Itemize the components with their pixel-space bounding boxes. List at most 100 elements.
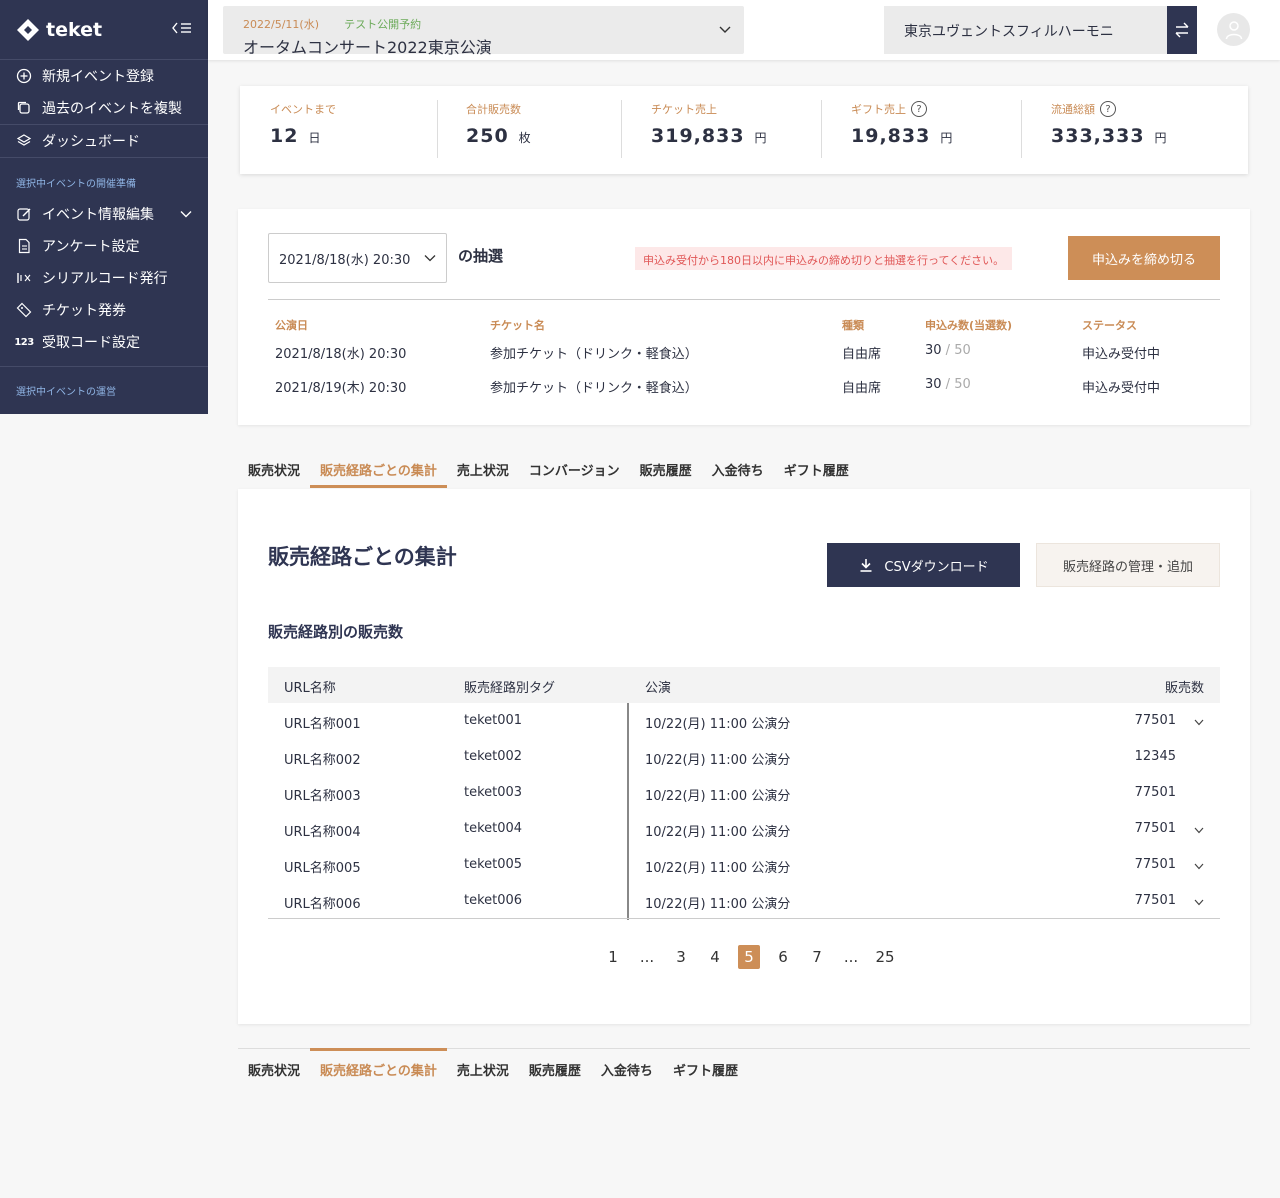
tab-revenue[interactable]: 売上状況 xyxy=(447,1048,519,1088)
table-row[interactable]: URL名称004 teket004 10/22(月) 11:00 公演分 775… xyxy=(268,811,1220,847)
chevron-down-icon[interactable] xyxy=(1194,859,1204,874)
page-link[interactable]: 7 xyxy=(800,945,834,969)
stat-label: チケット売上 xyxy=(651,103,717,116)
column-header-count: 販売数 xyxy=(1164,681,1204,696)
stat-label: 流通総額 xyxy=(1051,103,1095,116)
lottery-row-date: 2021/8/19(木) 20:30 xyxy=(275,381,407,396)
event-selector[interactable]: 2022/5/11(水) テスト公開予約 オータムコンサート2022東京公演 xyxy=(223,6,744,57)
section-title: 販売経路別の販売数 xyxy=(268,623,404,641)
stat-ticket-sales: チケット売上 319,833 円 xyxy=(651,101,768,159)
table-row[interactable]: URL名称001 teket001 10/22(月) 11:00 公演分 775… xyxy=(268,703,1220,739)
pagination: 1 ... 3 4 5 6 7 ... 25 xyxy=(596,945,902,969)
page-link[interactable]: 4 xyxy=(698,945,732,969)
stat-gift-sales: ギフト売上? 19,833 円 xyxy=(851,101,953,159)
lottery-header-ticket: チケット名 xyxy=(490,319,545,332)
tab-sales-history[interactable]: 販売履歴 xyxy=(630,448,702,488)
logo-row: teket xyxy=(0,0,208,60)
stat-value: 333,333 xyxy=(1051,125,1145,147)
chevron-down-icon[interactable] xyxy=(1194,823,1204,838)
sidebar-item-label: イベント情報編集 xyxy=(42,207,154,223)
table-row[interactable]: URL名称002 teket002 10/22(月) 11:00 公演分 123… xyxy=(268,739,1220,775)
page-link-current[interactable]: 5 xyxy=(732,945,766,969)
event-name: オータムコンサート2022東京公演 xyxy=(243,38,492,57)
sidebar-item-label: 新規イベント登録 xyxy=(42,69,154,85)
stat-value: 250 xyxy=(466,125,509,147)
stat-total-sold: 合計販売数 250 枚 xyxy=(466,101,532,159)
page-link[interactable]: 25 xyxy=(868,945,902,969)
download-icon xyxy=(860,559,872,572)
stat-unit: 円 xyxy=(940,131,954,145)
sidebar-item-new-event[interactable]: 新規イベント登録 xyxy=(0,60,208,92)
summary-stats: イベントまで 12 日 合計販売数 250 枚 チケット売上 319,833 円 ギフ… xyxy=(240,86,1248,174)
column-header-tag: 販売経路別タグ xyxy=(464,681,556,696)
csv-download-button[interactable]: CSVダウンロード xyxy=(827,543,1020,587)
ticket-icon xyxy=(16,302,32,318)
lottery-row-count: 30 / 50 xyxy=(925,377,971,392)
teket-logo-icon xyxy=(17,18,39,41)
sidebar-item-duplicate-event[interactable]: 過去のイベントを複製 xyxy=(0,92,208,124)
lottery-row-type: 自由席 xyxy=(842,381,882,396)
help-icon[interactable]: ? xyxy=(911,101,927,117)
stat-unit: 円 xyxy=(1154,131,1168,145)
chevron-down-icon[interactable] xyxy=(180,206,192,222)
sidebar-item-survey[interactable]: アンケート設定 xyxy=(0,230,208,262)
page-link[interactable]: 3 xyxy=(664,945,698,969)
swap-icon xyxy=(1175,22,1189,38)
user-avatar[interactable] xyxy=(1217,13,1250,46)
tab-gift-history[interactable]: ギフト履歴 xyxy=(663,1048,748,1088)
tab-revenue[interactable]: 売上状況 xyxy=(447,448,519,488)
sidebar-item-edit-event[interactable]: イベント情報編集 xyxy=(0,198,208,230)
lottery-title: の抽選 xyxy=(458,247,504,265)
stat-label: ギフト売上 xyxy=(851,103,906,116)
sidebar-item-dashboard[interactable]: ダッシュボード xyxy=(0,124,208,156)
sidebar-item-label: 過去のイベントを複製 xyxy=(42,101,182,117)
chevron-down-icon xyxy=(718,21,732,40)
help-icon[interactable]: ? xyxy=(1100,101,1116,117)
tab-sales-by-route[interactable]: 販売経路ごとの集計 xyxy=(310,448,447,488)
document-icon xyxy=(16,238,32,254)
lottery-header-count: 申込み数(当選数) xyxy=(925,319,1013,332)
stat-value: 319,833 xyxy=(651,125,745,147)
page-link[interactable]: 1 xyxy=(596,945,630,969)
lottery-panel: 2021/8/18(水) 20:30 の抽選 申込み受付から180日以内に申込み… xyxy=(238,209,1250,425)
tab-sales-status[interactable]: 販売状況 xyxy=(238,448,310,488)
close-applications-button[interactable]: 申込みを締め切る xyxy=(1068,236,1220,280)
report-tabs-bottom: 販売状況 販売経路ごとの集計 売上状況 販売履歴 入金待ち ギフト履歴 xyxy=(238,1048,748,1088)
lottery-header-type: 種類 xyxy=(842,319,864,332)
edit-icon xyxy=(16,206,32,222)
sidebar-item-label: ダッシュボード xyxy=(42,133,140,150)
stat-unit: 円 xyxy=(754,131,768,145)
tab-awaiting-payment[interactable]: 入金待ち xyxy=(591,1048,663,1088)
collapse-menu-icon[interactable] xyxy=(172,21,192,39)
stat-unit: 日 xyxy=(308,131,322,145)
sidebar-item-ticket-issue[interactable]: チケット発券 xyxy=(0,294,208,326)
sidebar-item-receipt-code[interactable]: 123 受取コード設定 xyxy=(0,326,208,358)
tab-gift-history[interactable]: ギフト履歴 xyxy=(774,448,859,488)
lottery-date-select[interactable]: 2021/8/18(水) 20:30 xyxy=(268,233,447,283)
table-header: URL名称 販売経路別タグ 公演 販売数 xyxy=(268,667,1220,703)
chevron-down-icon[interactable] xyxy=(1194,715,1204,730)
layers-icon xyxy=(16,133,32,149)
tab-sales-history[interactable]: 販売履歴 xyxy=(519,1048,591,1088)
table-row[interactable]: URL名称006 teket006 10/22(月) 11:00 公演分 775… xyxy=(268,883,1220,919)
organization-selector[interactable]: 東京ユヴェントスフィルハーモニ xyxy=(884,6,1167,54)
serial-icon xyxy=(16,270,32,286)
sidebar-item-serial-code[interactable]: シリアルコード発行 xyxy=(0,262,208,294)
tab-sales-by-route[interactable]: 販売経路ごとの集計 xyxy=(310,1048,447,1088)
lottery-row-ticket: 参加チケット（ドリンク・軽食込） xyxy=(490,347,698,362)
tab-conversion[interactable]: コンバージョン xyxy=(519,448,630,488)
lottery-warning: 申込み受付から180日以内に申込みの締め切りと抽選を行ってください。 xyxy=(635,247,1013,270)
tab-sales-status[interactable]: 販売状況 xyxy=(238,1048,310,1088)
manage-routes-button[interactable]: 販売経路の管理・追加 xyxy=(1036,543,1220,587)
lottery-row-status: 申込み受付中 xyxy=(1082,381,1161,396)
sidebar-item-label: 受取コード設定 xyxy=(42,335,140,351)
sidebar-section-prep: 選択中イベントの開催準備 xyxy=(16,179,136,190)
switch-organization-button[interactable] xyxy=(1167,6,1197,54)
table-row[interactable]: URL名称003 teket003 10/22(月) 11:00 公演分 775… xyxy=(268,775,1220,811)
table-row[interactable]: URL名称005 teket005 10/22(月) 11:00 公演分 775… xyxy=(268,847,1220,883)
page-link[interactable]: 6 xyxy=(766,945,800,969)
brand-logo[interactable]: teket xyxy=(16,18,102,42)
copy-icon xyxy=(16,100,32,116)
chevron-down-icon[interactable] xyxy=(1194,895,1204,910)
tab-awaiting-payment[interactable]: 入金待ち xyxy=(702,448,774,488)
